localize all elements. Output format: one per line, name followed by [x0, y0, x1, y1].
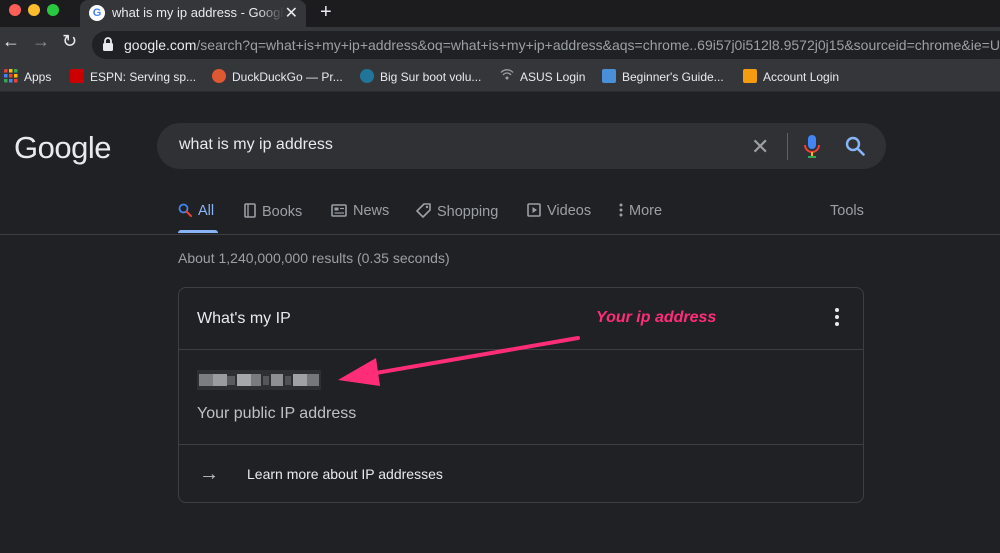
url-path: /search?q=what+is+my+ip+address&oq=what+… [196, 37, 1000, 53]
annotation-text: Your ip address [596, 309, 717, 326]
forward-arrow-icon[interactable]: → [32, 31, 50, 52]
newspaper-icon [331, 204, 347, 217]
search-box[interactable]: what is my ip address ✕ [157, 123, 886, 169]
bookmark-label: Account Login [763, 70, 840, 84]
bookmark-label: ASUS Login [520, 70, 586, 84]
bookmark-apps[interactable]: Apps [4, 69, 51, 84]
search-icon[interactable] [845, 136, 865, 156]
tab-books[interactable]: Books [244, 203, 302, 220]
search-tabs: All Books News Shopping Videos More Tool… [0, 193, 1000, 235]
result-stats: About 1,240,000,000 results (0.35 second… [178, 250, 450, 266]
bookmark-big-sur[interactable]: Big Sur boot volu... [360, 69, 481, 84]
ip-answer-card: What's my IP Your public IP address → Le… [178, 287, 864, 503]
bookmark-label: Big Sur boot volu... [380, 70, 482, 84]
ip-address-pixelated [197, 370, 321, 390]
wifi-signal-icon [500, 69, 514, 80]
tab-label: All [198, 203, 215, 219]
tab-title: what is my ip address - Google Search [112, 5, 284, 20]
url-text: google.com/search?q=what+is+my+ip+addres… [124, 37, 1000, 53]
url-host: google.com [124, 37, 197, 53]
microphone-icon[interactable] [804, 135, 820, 159]
public-ip-label: Your public IP address [197, 405, 357, 422]
back-arrow-icon[interactable]: ← [2, 31, 20, 52]
tab-news[interactable]: News [331, 203, 389, 219]
tab-videos[interactable]: Videos [527, 203, 591, 219]
espn-icon [70, 69, 84, 83]
more-vertical-icon [619, 203, 623, 217]
bookmark-label: Beginner's Guide... [622, 70, 724, 84]
book-icon [244, 203, 256, 218]
lock-icon [103, 37, 113, 51]
tab-label: Shopping [437, 204, 499, 220]
tab-close-icon[interactable]: ✕ [285, 3, 298, 23]
bookmark-label: ESPN: Serving sp... [90, 70, 197, 84]
m-logo-icon [602, 69, 616, 83]
tab-more[interactable]: More [619, 203, 662, 219]
tab-shopping[interactable]: Shopping [416, 203, 498, 220]
google-g-icon: G [89, 5, 105, 21]
bookmark-account-login[interactable]: Account Login [743, 69, 839, 84]
search-divider [787, 133, 788, 160]
tab-all[interactable]: All [178, 203, 214, 219]
google-logo[interactable]: Google [14, 130, 111, 166]
tab-label: Videos [547, 203, 592, 219]
tools-button[interactable]: Tools [830, 203, 864, 219]
card-title: What's my IP [197, 310, 291, 327]
tab-label: More [629, 203, 663, 219]
bookmark-label: DuckDuckGo — Pr... [232, 70, 343, 84]
close-window-button[interactable] [9, 4, 21, 16]
bookmark-beginners-guide[interactable]: Beginner's Guide... [602, 69, 724, 84]
address-bar[interactable]: google.com/search?q=what+is+my+ip+addres… [92, 31, 1000, 59]
wordpress-icon [360, 69, 374, 83]
bookmark-asus[interactable]: ASUS Login [500, 69, 585, 84]
divider [179, 444, 863, 445]
browser-toolbar: ← → ↻ google.com/search?q=what+is+my+ip+… [0, 27, 1000, 63]
bookmarks-bar: Apps ESPN: Serving sp... DuckDuckGo — Pr… [0, 63, 1000, 92]
bookmark-espn[interactable]: ESPN: Serving sp... [70, 69, 196, 84]
new-tab-icon[interactable]: + [320, 1, 332, 24]
bookmark-label: Apps [24, 70, 52, 84]
reload-icon[interactable]: ↻ [62, 31, 77, 52]
search-icon [178, 203, 192, 217]
play-icon [527, 203, 541, 217]
learn-more-link[interactable]: Learn more about IP addresses [247, 466, 443, 482]
arrow-right-icon: → [199, 463, 219, 485]
annotation-arrow [338, 336, 580, 386]
bookmark-duckduckgo[interactable]: DuckDuckGo — Pr... [212, 69, 343, 84]
more-options-icon[interactable] [835, 308, 839, 329]
tab-strip: G what is my ip address - Google Search … [0, 0, 1000, 27]
apps-grid-icon [4, 69, 18, 83]
minimize-window-button[interactable] [28, 4, 40, 16]
tag-icon [416, 203, 431, 218]
duckduckgo-icon [212, 69, 226, 83]
tab-label: Books [262, 204, 303, 220]
account-logo-icon [743, 69, 757, 83]
browser-tab[interactable]: G what is my ip address - Google Search … [80, 0, 306, 27]
maximize-window-button[interactable] [47, 4, 59, 16]
active-tab-indicator [178, 230, 218, 233]
clear-search-icon[interactable]: ✕ [751, 134, 769, 160]
tab-label: News [353, 203, 390, 219]
search-input[interactable]: what is my ip address [179, 136, 333, 154]
